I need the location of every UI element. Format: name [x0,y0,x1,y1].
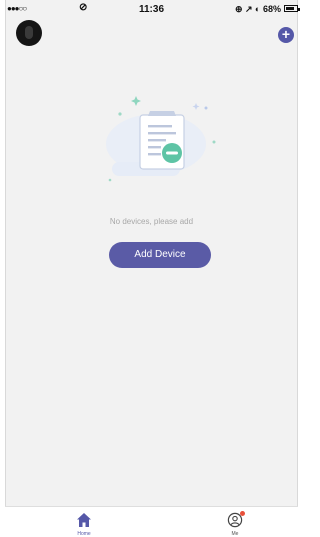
status-indicators: ⊕ ↗ ◐ 68% [234,4,281,14]
tab-bar: Home Me [5,506,298,537]
tab-home[interactable]: Home [54,507,114,537]
avatar[interactable] [16,20,42,46]
sparkle-icon [131,96,141,106]
empty-state-message: No devices, please add [109,217,194,226]
status-bar: ●●●○○ ⊘ 11:36 ⊕ ↗ ◐ 68% [0,0,303,20]
tab-me-label: Me [231,531,239,537]
empty-devices-illustration [106,96,216,182]
battery-icon [284,5,300,12]
minus-badge-icon [162,143,182,163]
add-device-button[interactable]: Add Device [109,242,211,268]
tab-me[interactable]: Me [205,507,265,537]
notification-dot [240,511,245,516]
add-icon[interactable]: + [278,27,294,43]
tab-home-label: Home [77,531,91,537]
home-icon [77,513,91,527]
app-frame [5,0,298,536]
